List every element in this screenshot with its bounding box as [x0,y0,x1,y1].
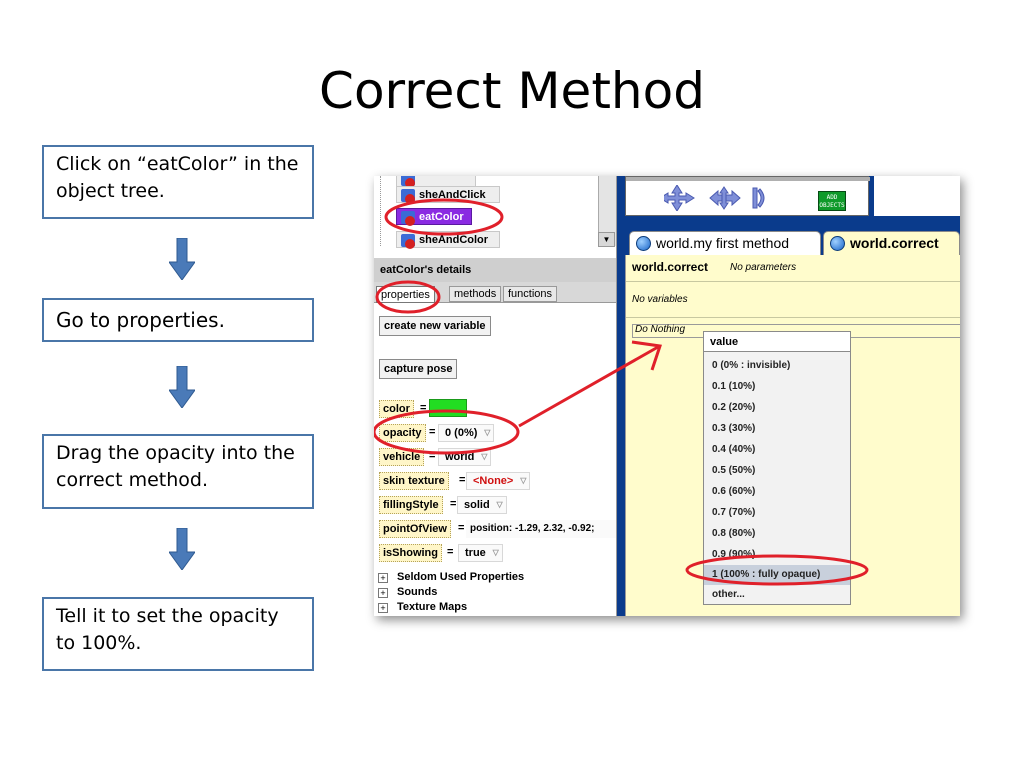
down-arrow-icon [169,528,195,570]
annotation-arrow [518,345,659,428]
down-arrow-icon [169,238,195,280]
annotation-arrowhead [631,340,662,371]
step-click-eatcolor: Click on “eatColor” in the object tree. [42,145,314,219]
alice-screenshot: sheAndClick eatColor sheAndColor ▼ eatCo… [374,176,960,616]
annotation-circle [374,409,520,455]
down-arrow-icon [169,366,195,408]
step-drag-opacity: Drag the opacity into the correct method… [42,434,314,509]
slide-title: Correct Method [319,62,705,120]
annotation-circle [375,280,441,314]
annotation-circle [384,198,504,236]
step-set-opacity: Tell it to set the opacity to 100%. [42,597,314,671]
step-go-properties: Go to properties. [42,298,314,342]
annotation-overlay [374,198,869,586]
annotation-circle [685,554,869,586]
